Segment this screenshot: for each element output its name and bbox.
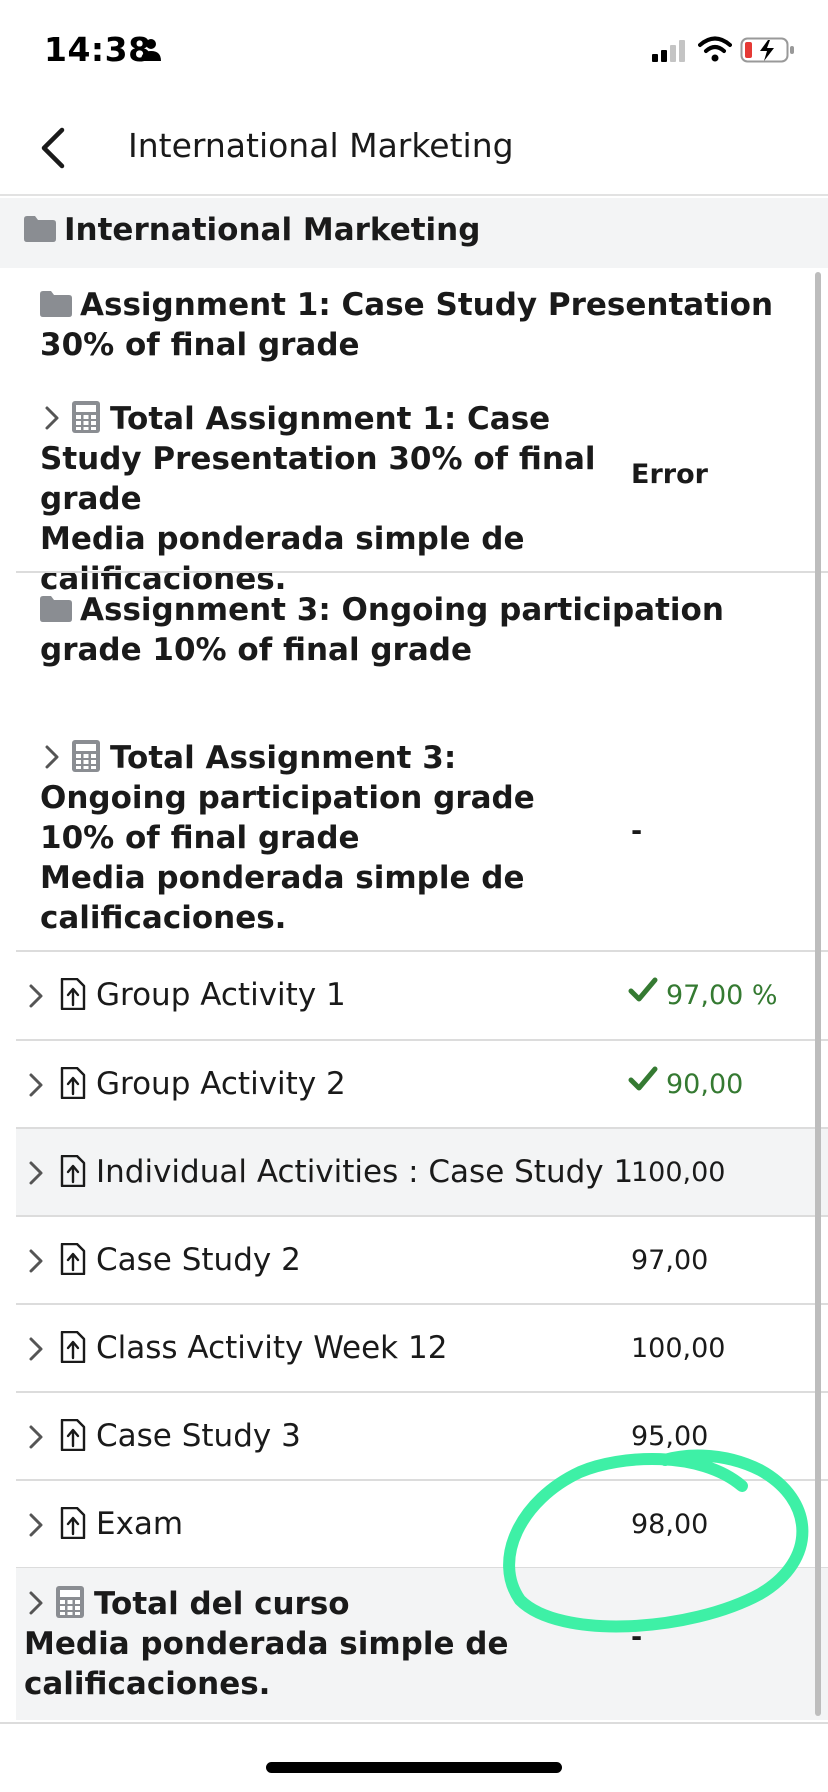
nav-bar: International Marketing [0, 100, 828, 196]
folder-icon [40, 596, 72, 622]
course-total-row[interactable]: Total del curso Media ponderada simple d… [16, 1568, 828, 1720]
signal-icon [652, 40, 685, 62]
assignment-upload-icon [60, 978, 86, 1010]
calculator-icon [72, 740, 100, 772]
category-row: Assignment 3: Ongoing participation grad… [40, 590, 820, 670]
folder-icon [24, 216, 56, 242]
status-bar: 14:38 [0, 0, 828, 100]
grade-item-value: 95,00 [631, 1421, 709, 1452]
grade-item-value: 98,00 [631, 1509, 709, 1540]
chevron-right-icon[interactable] [28, 1247, 44, 1275]
grade-item-value: 100,00 [631, 1157, 726, 1188]
grade-item-label: Individual Activities : Case Study 1 [96, 1154, 634, 1190]
grade-item-row[interactable]: Group Activity 2 90,00 [16, 1041, 828, 1129]
grade-item-label: Class Activity Week 12 [96, 1330, 448, 1366]
chevron-right-icon[interactable] [28, 982, 44, 1010]
grade-item-row[interactable]: Group Activity 1 97,00 % [16, 952, 828, 1040]
assignment-upload-icon [60, 1507, 86, 1539]
course-header: International Marketing [0, 198, 828, 268]
grade-item-row[interactable]: Case Study 3 95,00 [16, 1393, 828, 1481]
assignment-upload-icon [60, 1243, 86, 1275]
category-total-row[interactable]: Total Assignment 3: Ongoing participatio… [40, 736, 600, 938]
chevron-right-icon[interactable] [28, 1071, 44, 1099]
divider [16, 571, 828, 573]
status-time: 14:38 [44, 30, 152, 69]
chevron-right-icon[interactable] [28, 1335, 44, 1363]
course-total-label: Total del curso [94, 1586, 350, 1622]
check-icon [628, 1066, 658, 1091]
grade-item-row[interactable]: Class Activity Week 12 100,00 [16, 1305, 828, 1393]
total-method: Media ponderada simple de calificaciones… [40, 521, 525, 597]
grade-item-label: Group Activity 1 [96, 977, 346, 1013]
person-icon [141, 39, 161, 61]
category-total-row[interactable]: Total Assignment 1: Case Study Presentat… [40, 397, 600, 599]
wifi-icon [698, 36, 732, 62]
home-indicator[interactable] [266, 1762, 562, 1773]
assignment-upload-icon [60, 1067, 86, 1099]
grade-item-row[interactable]: Individual Activities : Case Study 1 100… [16, 1129, 828, 1217]
category-row: Assignment 1: Case Study Presentation 30… [40, 285, 820, 365]
grade-item-row[interactable]: Exam 98,00 [16, 1481, 828, 1569]
grade-item-value: 100,00 [631, 1333, 726, 1364]
assignment-upload-icon [60, 1155, 86, 1187]
folder-icon [40, 291, 72, 317]
grade-item-row[interactable]: Case Study 2 97,00 [16, 1217, 828, 1305]
course-name: International Marketing [64, 212, 481, 248]
grade-item-label: Case Study 3 [96, 1418, 301, 1454]
calculator-icon [72, 401, 100, 433]
chevron-right-icon[interactable] [28, 1159, 44, 1187]
page-title: International Marketing [128, 126, 514, 165]
grade-item-label: Exam [96, 1506, 184, 1542]
category-name: Assignment 3: Ongoing participation grad… [40, 592, 724, 668]
chevron-right-icon[interactable] [44, 743, 60, 771]
category-name: Assignment 1: Case Study Presentation 30… [40, 287, 774, 363]
battery-charging-icon [740, 37, 794, 63]
course-total-method: Media ponderada simple de calificaciones… [24, 1626, 509, 1702]
assignment-upload-icon [60, 1419, 86, 1451]
grade-item-value: 90,00 [666, 1069, 744, 1100]
total-label: Total Assignment 1: Case Study Presentat… [40, 401, 596, 517]
chevron-right-icon[interactable] [28, 1423, 44, 1451]
divider [0, 1722, 828, 1724]
assignment-upload-icon [60, 1331, 86, 1363]
calculator-icon [56, 1586, 84, 1618]
chevron-right-icon[interactable] [28, 1589, 44, 1617]
grade-item-value: 97,00 [631, 1245, 709, 1276]
total-label: Total Assignment 3: Ongoing participatio… [40, 740, 535, 856]
chevron-right-icon[interactable] [44, 404, 60, 432]
grade-item-label: Case Study 2 [96, 1242, 301, 1278]
grade-item-label: Group Activity 2 [96, 1066, 346, 1102]
course-total-value: - [631, 1622, 643, 1653]
scrollbar[interactable] [815, 272, 821, 1716]
total-value: Error [631, 459, 708, 490]
grade-item-value: 97,00 % [666, 980, 778, 1011]
chevron-right-icon[interactable] [28, 1511, 44, 1539]
total-method: Media ponderada simple de calificaciones… [40, 860, 525, 936]
total-value: - [631, 816, 643, 847]
chevron-left-icon[interactable] [34, 122, 74, 174]
check-icon [628, 977, 658, 1002]
